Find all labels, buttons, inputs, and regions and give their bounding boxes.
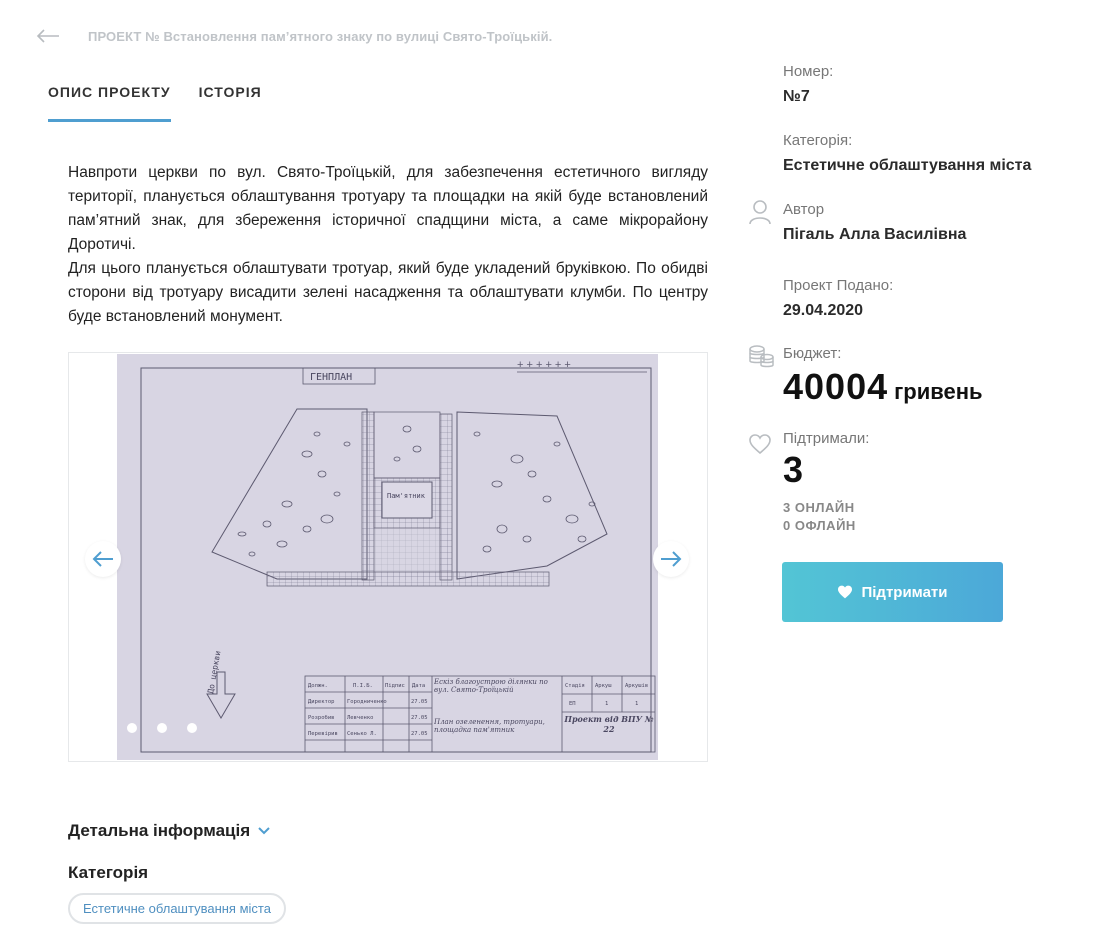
plan-text: ЕП <box>569 701 576 707</box>
budget-value: 40004 <box>783 366 889 407</box>
plan-text: П.І.Б. <box>353 683 373 689</box>
submitted-label: Проект Подано: <box>783 277 894 294</box>
plan-drawing: ГЕНПЛАН + + + + + + Пам'ятник До церкви … <box>117 354 658 760</box>
plan-text: Левченко <box>347 715 374 721</box>
slider-prev-button[interactable] <box>85 541 121 577</box>
details-toggle[interactable]: Детальна інформація <box>68 821 270 841</box>
heart-icon <box>838 585 853 599</box>
submitted-block: Проект Подано: 29.04.2020 <box>783 277 893 320</box>
plan-text: Розробив <box>308 714 335 721</box>
support-button-label: Підтримати <box>861 583 948 601</box>
plan-project-number: Проект від ВПУ № 22 <box>564 714 654 734</box>
category-block: Категорія: Естетичне облаштування міста <box>783 132 1031 175</box>
page-header: ПРОЕКТ № Встановлення пам’ятного знаку п… <box>36 26 552 46</box>
details-title: Детальна інформація <box>68 821 251 840</box>
offline-count: 0 ОФЛАЙН <box>783 518 856 533</box>
author-block: Автор Пігаль Алла Василівна <box>783 201 966 244</box>
arrow-left-icon <box>36 29 59 43</box>
plan-text: Перевірив <box>308 731 338 737</box>
arrow-prev-icon <box>92 551 113 567</box>
slider-dot[interactable] <box>157 723 167 733</box>
plan-text: Аркушів <box>625 683 648 689</box>
category-title: Категорія <box>68 863 149 882</box>
plan-text: 27.05 <box>411 699 428 705</box>
description-paragraph: Для цього планується облаштувати тротуар… <box>68 260 708 325</box>
slider-dot[interactable] <box>127 723 137 733</box>
slider-next-button[interactable] <box>653 541 689 577</box>
plan-text: Городниченко <box>347 699 387 705</box>
number-value: №7 <box>783 88 810 105</box>
number-label: Номер: <box>783 63 834 80</box>
arrow-next-icon <box>661 551 682 567</box>
plan-text: 27.05 <box>411 731 428 737</box>
image-slider: ГЕНПЛАН + + + + + + Пам'ятник До церкви … <box>68 352 708 762</box>
project-plan-image: ГЕНПЛАН + + + + + + Пам'ятник До церкви … <box>117 354 658 760</box>
budget-currency: гривень <box>894 379 983 404</box>
supported-block: Підтримали: 3 3 ОНЛАЙН 0 ОФЛАЙН <box>783 430 869 535</box>
user-icon <box>749 200 771 225</box>
author-label: Автор <box>783 201 825 218</box>
plan-text: Підпис <box>385 683 405 689</box>
plan-title-block-text: Ескіз благоустрою ділянки по вул. Свято-… <box>434 678 548 694</box>
project-number-block: Номер: №7 <box>783 63 833 106</box>
tab-description[interactable]: ОПИС ПРОЕКТУ <box>48 84 171 122</box>
support-button[interactable]: Підтримати <box>782 562 1003 622</box>
online-count: 3 ОНЛАЙН <box>783 500 855 515</box>
budget-block: Бюджет: 40004 гривень <box>783 345 983 408</box>
description-paragraph: Навпроти церкви по вул. Свято-Троїцькій,… <box>68 164 708 253</box>
coins-icon <box>749 345 774 368</box>
supported-label: Підтримали: <box>783 430 870 447</box>
submitted-value: 29.04.2020 <box>783 302 864 319</box>
back-button[interactable] <box>36 26 60 46</box>
plan-text: Сенько Л. <box>347 731 377 737</box>
plan-text: Директор <box>308 699 335 705</box>
plan-text: Стадія <box>565 683 585 689</box>
plan-text: 1 <box>605 701 608 707</box>
tab-bar: ОПИС ПРОЕКТУ ІСТОРІЯ <box>48 84 262 122</box>
chevron-down-icon <box>258 827 270 835</box>
breadcrumb: ПРОЕКТ № Встановлення пам’ятного знаку п… <box>88 28 553 44</box>
plan-sheet-text: План озеленення, тротуари, площадка пам'… <box>434 718 545 734</box>
plan-text: Дата <box>412 683 425 689</box>
plan-text: Аркуш <box>595 683 612 689</box>
slider-dot[interactable] <box>187 723 197 733</box>
plan-text: 27.05 <box>411 715 428 721</box>
author-value: Пігаль Алла Василівна <box>783 226 967 243</box>
plan-title: ГЕНПЛАН <box>310 372 352 383</box>
supported-value: 3 <box>783 449 805 490</box>
plan-text: 1 <box>635 701 638 707</box>
slider-dots <box>127 723 197 733</box>
plan-text: Должн. <box>308 683 328 689</box>
category-chip[interactable]: Естетичне облаштування міста <box>68 893 286 924</box>
budget-label: Бюджет: <box>783 345 842 362</box>
project-description: Навпроти церкви по вул. Свято-Троїцькій,… <box>68 161 708 329</box>
category-label: Категорія: <box>783 132 853 149</box>
category-value: Естетичне облаштування міста <box>783 157 1032 174</box>
tab-history[interactable]: ІСТОРІЯ <box>199 84 262 122</box>
heart-outline-icon <box>749 434 771 455</box>
svg-text:+ + + + + +: + + + + + + <box>517 359 571 371</box>
monument-label: Пам'ятник <box>387 492 426 500</box>
